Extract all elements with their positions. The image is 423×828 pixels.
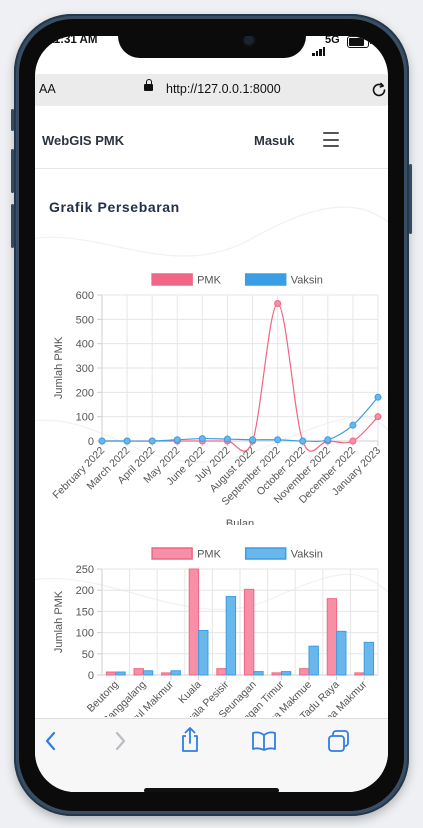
legend-label-0: PMK xyxy=(197,275,222,287)
bar-0-0 xyxy=(105,671,117,676)
data-point-1-8 xyxy=(299,437,307,445)
reload-icon[interactable] xyxy=(370,81,388,99)
bar-0-5 xyxy=(243,588,255,676)
y-tick-label: 0 xyxy=(88,436,94,448)
mute-switch xyxy=(11,109,14,131)
legend-swatch-1 xyxy=(244,547,287,560)
bar-0-1 xyxy=(133,668,144,676)
lock-icon xyxy=(144,79,153,91)
data-point-1-6 xyxy=(249,436,257,444)
status-time: 11:31 AM xyxy=(48,36,98,46)
data-point-1-11 xyxy=(374,393,382,401)
home-indicator xyxy=(144,788,279,792)
y-tick-label: 100 xyxy=(76,628,94,640)
legend-swatch-0 xyxy=(151,273,193,286)
bar-0-3 xyxy=(188,568,200,676)
bar-1-5 xyxy=(253,671,264,676)
data-point-1-10 xyxy=(349,421,357,429)
site-navbar: WebGIS PMK Masuk xyxy=(35,114,388,169)
bar-1-4 xyxy=(225,596,237,676)
y-tick-label: 200 xyxy=(76,387,94,399)
volume-down-button xyxy=(11,204,14,248)
series-line-0 xyxy=(102,302,379,452)
y-tick-label: 300 xyxy=(76,363,94,375)
bar-1-7 xyxy=(308,645,319,676)
bar-0-4 xyxy=(216,668,227,676)
screen: 11:31 AM 5G AA http://127.0.0.1:8000 Web… xyxy=(35,36,388,792)
data-point-1-5 xyxy=(223,435,231,443)
legend-label-1: Vaksin xyxy=(291,549,323,561)
bar-1-8 xyxy=(336,630,347,676)
bookmarks-icon[interactable] xyxy=(251,730,277,752)
data-point-0-11 xyxy=(374,413,382,421)
legend-swatch-1 xyxy=(244,273,287,286)
bar-1-3 xyxy=(198,629,209,676)
series-line-1 xyxy=(102,396,379,442)
main-content: Grafik Persebaran PMK Vaksin 0 100 200 300 400… xyxy=(35,169,388,717)
share-icon[interactable] xyxy=(179,726,201,754)
y-tick-label: 0 xyxy=(88,670,94,682)
reader-aa-button[interactable]: AA xyxy=(39,82,56,96)
data-point-1-0 xyxy=(98,437,106,445)
x-axis-label: Bulan xyxy=(226,518,254,525)
volume-up-button xyxy=(11,149,14,193)
legend-swatch-0 xyxy=(151,547,193,560)
bar-1-0 xyxy=(115,671,126,676)
line-chart: PMK Vaksin0100200300400500600February 202… xyxy=(50,273,383,525)
section-title: Grafik Persebaran xyxy=(49,199,180,215)
back-icon[interactable] xyxy=(43,729,59,753)
signal-icon xyxy=(312,38,326,56)
bar-0-7 xyxy=(299,668,310,676)
bar-0-9 xyxy=(354,672,365,676)
bar-1-6 xyxy=(280,671,292,676)
notch xyxy=(118,36,306,58)
login-link[interactable]: Masuk xyxy=(254,133,294,148)
camera-icon xyxy=(244,36,254,45)
data-point-1-3 xyxy=(173,436,181,444)
y-tick-label: 150 xyxy=(76,606,94,618)
data-point-1-1 xyxy=(123,437,131,445)
legend-label-0: PMK xyxy=(197,549,222,561)
y-tick-label: 500 xyxy=(76,314,94,326)
data-point-1-7 xyxy=(274,436,282,444)
y-tick-label: 250 xyxy=(76,564,94,576)
brand-logo[interactable]: WebGIS PMK xyxy=(42,133,124,148)
y-axis-label: Jumlah PMK xyxy=(53,336,65,399)
url-text[interactable]: http://127.0.0.1:8000 xyxy=(166,82,281,96)
network-label: 5G xyxy=(325,36,340,46)
y-tick-label: 50 xyxy=(82,649,94,661)
power-button xyxy=(409,164,412,234)
bar-0-8 xyxy=(326,598,338,676)
data-point-0-10 xyxy=(349,437,357,445)
y-axis-label: Jumlah PMK xyxy=(53,590,65,653)
data-point-1-9 xyxy=(324,436,332,444)
y-tick-label: 100 xyxy=(76,412,94,424)
bar-chart: PMK Vaksin050100150200250Jumlah PMKBeuton… xyxy=(53,547,379,717)
y-tick-label: 400 xyxy=(76,339,94,351)
y-tick-label: 600 xyxy=(76,290,94,302)
y-tick-label: 200 xyxy=(76,585,94,597)
bar-1-9 xyxy=(363,641,375,676)
data-point-0-7 xyxy=(274,300,282,308)
data-point-1-4 xyxy=(198,435,206,443)
bar-0-6 xyxy=(271,672,282,676)
data-point-1-2 xyxy=(148,437,156,445)
battery-icon xyxy=(347,36,372,48)
tabs-icon[interactable] xyxy=(327,729,351,753)
legend-label-1: Vaksin xyxy=(291,275,323,287)
browser-toolbar xyxy=(35,718,388,792)
address-bar[interactable]: AA http://127.0.0.1:8000 xyxy=(35,74,388,106)
forward-icon[interactable] xyxy=(112,729,128,753)
bar-1-2 xyxy=(170,670,181,676)
bar-1-1 xyxy=(142,670,154,676)
bar-0-2 xyxy=(161,672,172,676)
hamburger-menu-icon[interactable] xyxy=(323,132,339,152)
